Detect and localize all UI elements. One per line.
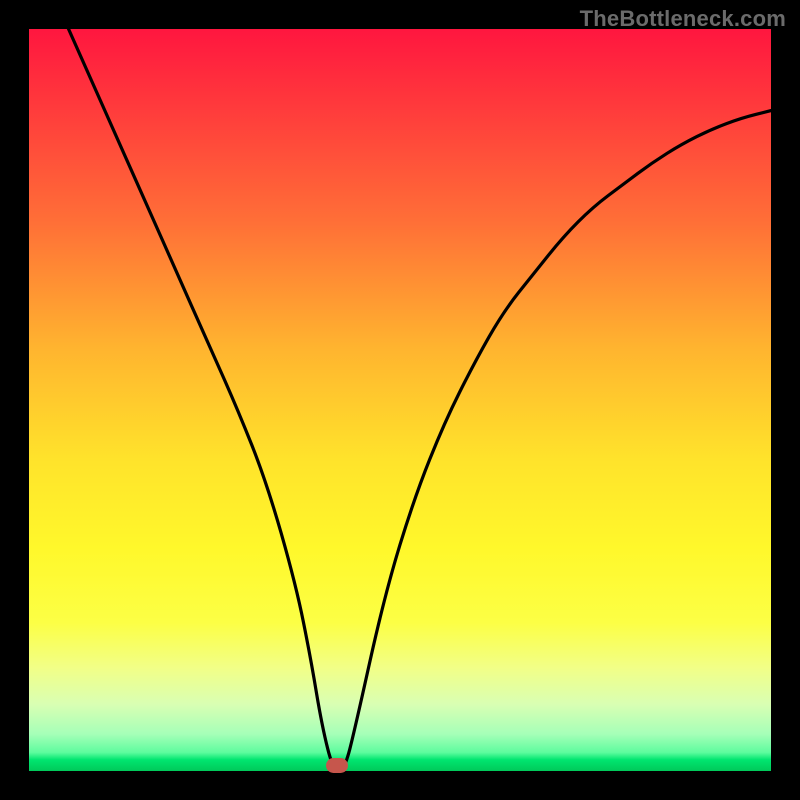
plot-area (29, 29, 771, 771)
bottleneck-curve (29, 29, 771, 771)
curve-svg (29, 29, 771, 771)
watermark-text: TheBottleneck.com (580, 6, 786, 32)
minimum-marker (326, 758, 348, 773)
chart-frame: TheBottleneck.com (0, 0, 800, 800)
